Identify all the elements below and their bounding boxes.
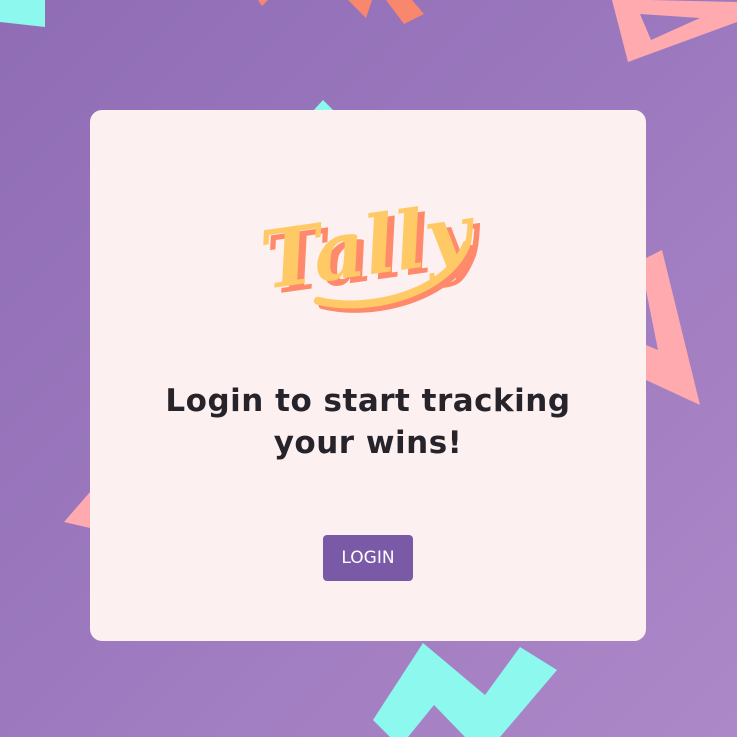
pink-triangle-shape bbox=[64, 492, 90, 528]
logo-text: Tally bbox=[255, 185, 482, 308]
cyan-square-shape bbox=[0, 0, 45, 27]
orange-zigzag-shape bbox=[258, 0, 268, 6]
orange-zigzag-shape bbox=[348, 0, 372, 18]
orange-zigzag-shape bbox=[386, 0, 424, 24]
pink-triangle-shape bbox=[646, 250, 700, 405]
tally-logo: Tally Tally bbox=[245, 168, 495, 328]
cyan-zigzag-shape bbox=[373, 643, 557, 737]
login-card: Tally Tally Login to start tracking your… bbox=[90, 110, 646, 641]
pink-triangle-shape bbox=[612, 0, 737, 62]
login-headline: Login to start tracking your wins! bbox=[165, 383, 571, 461]
login-button[interactable]: LOGIN bbox=[323, 535, 413, 581]
